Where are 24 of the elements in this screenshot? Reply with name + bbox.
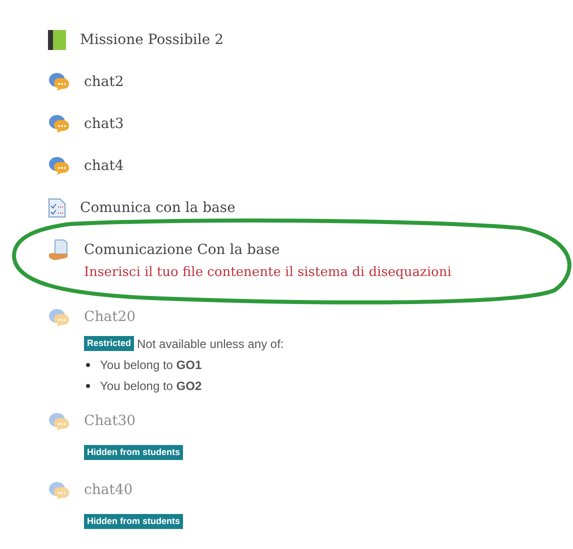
chat-bubbles-icon — [48, 480, 70, 500]
activity-link[interactable]: Missione Possibile 2 — [80, 30, 224, 50]
activity-link[interactable]: chat2 — [84, 72, 124, 92]
chat-bubbles-icon — [48, 156, 70, 176]
chat-bubbles-icon — [48, 72, 70, 92]
chat-bubbles-icon — [48, 308, 70, 328]
activity-description: Inserisci il tuo file contenente il sistema di disequazioni — [83, 264, 452, 282]
chat-bubbles-icon — [48, 412, 70, 432]
activity-link[interactable]: Comunica con la base — [80, 198, 236, 218]
status-badge: Restricted — [84, 336, 134, 351]
status-badge: Hidden from students — [84, 444, 184, 460]
book-icon — [48, 30, 66, 50]
bullet-icon — [86, 362, 90, 366]
activity-link[interactable]: Comunicazione Con la base — [84, 240, 280, 260]
bullet-icon — [86, 384, 90, 388]
restriction-text: Not available unless any of: — [137, 336, 284, 352]
restriction-condition: You belong to GO1 — [100, 356, 202, 374]
chat-bubbles-icon — [48, 114, 70, 134]
restriction-condition: You belong to GO2 — [100, 378, 202, 394]
activity-link[interactable]: chat3 — [84, 114, 124, 134]
checklist-document-icon — [48, 198, 66, 218]
activity-link[interactable]: chat4 — [84, 156, 124, 176]
status-badge: Hidden from students — [84, 514, 184, 528]
document-on-hand-icon — [48, 239, 70, 261]
